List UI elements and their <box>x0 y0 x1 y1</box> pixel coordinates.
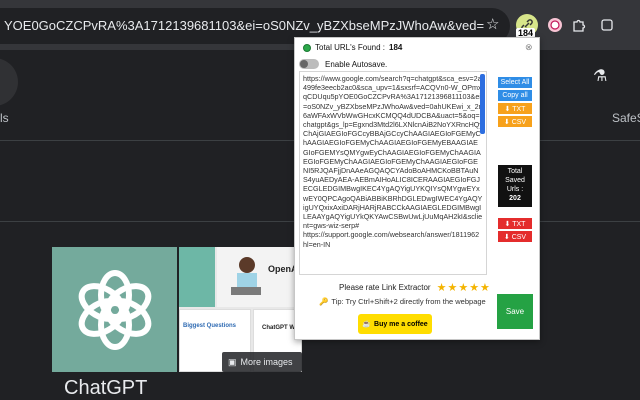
labs-flask-icon[interactable]: ⚗ <box>593 66 607 86</box>
close-icon[interactable]: ⊗ <box>525 42 533 53</box>
thumb-caption: ChatGPT W <box>262 325 295 331</box>
url-list-text: https://www.google.com/search?q=chatgpt&… <box>303 74 483 249</box>
image-icon: ▣ <box>228 356 237 367</box>
saved-count: 202 <box>509 195 521 202</box>
knowledge-panel-title: ChatGPT <box>64 377 148 399</box>
autosave-toggle[interactable] <box>299 59 319 69</box>
total-urls-count: 184 <box>389 43 403 52</box>
total-saved-urls-box: Total Saved Urls : 202 <box>498 165 532 207</box>
status-dot-icon <box>303 43 311 52</box>
saved-download-txt-button[interactable]: ⬇ TXT <box>498 218 532 229</box>
total-urls-label: Total URL's Found : <box>315 43 386 52</box>
autosave-label: Enable Autosave. <box>325 59 388 69</box>
autosave-row: Enable Autosave. <box>299 59 387 69</box>
bookmark-star-icon[interactable]: ☆ <box>486 15 499 33</box>
save-button[interactable]: Save <box>497 294 533 329</box>
copy-all-button[interactable]: Copy all <box>498 90 532 101</box>
coffee-cup-icon: ☕ <box>362 321 372 328</box>
thumb-caption: Biggest Questions <box>183 323 237 329</box>
tab-search-icon[interactable] <box>596 14 618 36</box>
rate-row: Please rate Link Extractor ★★★★★ <box>339 281 491 294</box>
person-laptop-illustration <box>231 257 261 295</box>
saved-label-line: Total <box>507 168 523 175</box>
saved-label-line: Urls : <box>506 186 524 193</box>
timer-icon <box>548 18 562 32</box>
chatgpt-logo-image[interactable] <box>52 247 177 372</box>
buy-me-a-coffee-button[interactable]: ☕ Buy me a coffee <box>358 314 432 334</box>
extensions-puzzle-icon[interactable] <box>568 14 590 36</box>
puzzle-shape <box>573 19 586 32</box>
popup-header: Total URL's Found : 184 <box>303 43 402 52</box>
openai-logo-icon <box>78 269 151 350</box>
thumbnail-image[interactable] <box>179 247 215 307</box>
more-images-label: More images <box>240 357 293 367</box>
url-list-textarea[interactable]: https://www.google.com/search?q=chatgpt&… <box>299 71 487 275</box>
address-bar-text[interactable]: YOE0GoCZCPvRA%3A1712139681103&ei=oS0NZv_… <box>4 18 484 33</box>
rate-text: Please rate Link Extractor <box>339 283 431 292</box>
tip-text: Tip: Try Ctrl+Shift+2 directly from the … <box>331 297 486 306</box>
saved-label-line: Saved <box>505 177 525 184</box>
download-csv-button[interactable]: ⬇ CSV <box>498 116 532 127</box>
select-all-button[interactable]: Select All <box>498 77 532 88</box>
thumbnail-image[interactable] <box>217 247 302 307</box>
saved-download-csv-button[interactable]: ⬇ CSV <box>498 231 532 242</box>
tip-row: 🔑 Tip: Try Ctrl+Shift+2 directly from th… <box>319 297 486 306</box>
coffee-label: Buy me a coffee <box>374 320 428 328</box>
safesearch-link[interactable]: SafeS <box>612 111 640 125</box>
link-extractor-popup: Total URL's Found : 184 ⊗ Enable Autosav… <box>294 37 540 340</box>
key-icon: 🔑 <box>319 297 329 306</box>
more-images-button[interactable]: ▣ More images <box>222 352 302 372</box>
rating-stars[interactable]: ★★★★★ <box>437 281 491 294</box>
url-list-scrollbar[interactable] <box>480 74 485 134</box>
square-shape <box>601 19 613 31</box>
extension-icon-pink[interactable] <box>544 14 566 36</box>
download-txt-button[interactable]: ⬇ TXT <box>498 103 532 114</box>
nav-tab-partial[interactable]: ls <box>0 111 9 125</box>
